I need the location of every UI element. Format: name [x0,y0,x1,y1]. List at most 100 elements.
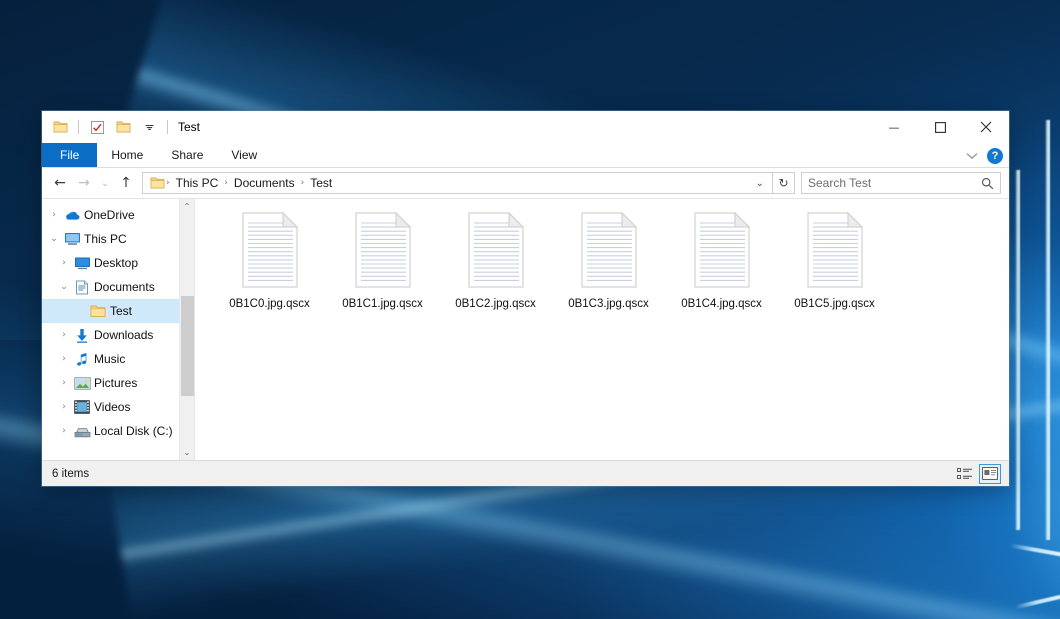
music-note-icon [72,352,92,367]
customize-qat-chevron-icon[interactable] [139,117,159,137]
close-button[interactable] [963,111,1009,143]
sidebar-item-downloads[interactable]: › Downloads [42,323,194,347]
breadcrumb-documents[interactable]: Documents [229,176,300,190]
tab-file[interactable]: File [42,143,97,167]
new-folder-icon[interactable] [113,117,133,137]
pictures-icon [72,377,92,390]
qat-separator-1 [78,120,79,134]
chevron-right-icon[interactable]: › [56,330,72,340]
sidebar-item-pictures[interactable]: › Pictures [42,371,194,395]
ribbon-right-controls: ? [966,143,1003,168]
maximize-button[interactable] [917,111,963,143]
tab-view[interactable]: View [217,143,271,167]
sidebar-item-music[interactable]: › Music [42,347,194,371]
sidebar-item-label: Pictures [94,376,137,390]
navigation-scrollbar[interactable]: ⌃ ⌄ [179,199,194,460]
file-name-label: 0B1C2.jpg.qscx [455,298,536,310]
title-bar: Test — [42,111,1009,143]
onedrive-cloud-icon [62,209,82,222]
file-explorer-window: Test — File Home [42,111,1009,486]
file-item[interactable]: 0B1C2.jpg.qscx [439,209,552,310]
breadcrumb-test[interactable]: Test [305,176,337,190]
close-icon [980,121,992,133]
scroll-up-arrow-icon[interactable]: ⌃ [180,199,195,214]
help-icon[interactable]: ? [987,148,1003,164]
sidebar-item-onedrive[interactable]: ›OneDrive [42,203,194,227]
minimize-button[interactable]: — [871,111,917,143]
back-button[interactable]: ← [48,171,72,195]
chevron-right-icon[interactable]: › [56,354,72,364]
chevron-right-icon[interactable]: › [56,378,72,388]
file-grid: 0B1C0.jpg.qscx0B1C1.jpg.qscx 0B1C2.jpg.qs… [213,209,1009,310]
sidebar-item-desktop[interactable]: › Desktop [42,251,194,275]
search-icon[interactable] [981,177,994,190]
tab-home[interactable]: Home [97,143,157,167]
file-name-label: 0B1C5.jpg.qscx [794,298,875,310]
large-icons-view-button[interactable] [979,464,1001,484]
this-pc-monitor-icon [62,232,82,246]
file-item[interactable]: 0B1C1.jpg.qscx [326,209,439,310]
desktop-icon [72,256,92,270]
generic-file-icon [804,211,866,289]
file-list-pane[interactable]: 0B1C0.jpg.qscx0B1C1.jpg.qscx 0B1C2.jpg.qs… [194,199,1009,460]
up-button[interactable]: ↑ [114,171,138,195]
address-box[interactable]: › This PC › Documents › Test ⌄ [142,172,773,194]
window-title: Test [178,120,200,134]
scrollbar-track[interactable] [180,214,195,445]
folder-tree: ›OneDrive⌄This PC›Desktop⌄DocumentsTest›… [42,203,194,443]
chevron-right-icon[interactable]: › [46,210,62,220]
chevron-right-icon[interactable]: › [56,258,72,268]
sidebar-item-label: Music [94,352,125,366]
sidebar-item-label: Desktop [94,256,138,270]
chevron-down-icon[interactable]: ⌄ [46,234,62,244]
sidebar-item-label: Documents [94,280,155,294]
generic-file-icon [578,211,640,289]
address-dropdown-icon[interactable]: ⌄ [750,178,770,189]
file-item[interactable]: 0B1C0.jpg.qscx [213,209,326,310]
downloads-arrow-icon [72,328,92,343]
file-item[interactable]: 0B1C3.jpg.qscx [552,209,665,310]
generic-file-icon [691,211,753,289]
generic-file-icon [239,211,301,289]
file-name-label: 0B1C4.jpg.qscx [681,298,762,310]
search-input[interactable]: Search Test [808,176,981,190]
desktop-background: Test — File Home [0,0,1060,619]
sidebar-item-local-disk-c[interactable]: › Local Disk (C:) [42,419,194,443]
refresh-button[interactable]: ↻ [773,172,795,194]
scrollbar-thumb[interactable] [181,296,194,396]
tab-share[interactable]: Share [157,143,217,167]
recent-locations-button[interactable]: ⌄ [96,171,114,195]
scroll-down-arrow-icon[interactable]: ⌄ [180,445,195,460]
item-count-label: 6 items [52,468,89,480]
sidebar-item-videos[interactable]: › Videos [42,395,194,419]
sidebar-item-label: Videos [94,400,130,414]
sidebar-item-label: Downloads [94,328,153,342]
details-view-button[interactable] [954,464,976,484]
chevron-right-icon[interactable]: › [56,426,72,436]
generic-file-icon [352,211,414,289]
sidebar-item-documents[interactable]: ⌄ Documents [42,275,194,299]
file-name-label: 0B1C3.jpg.qscx [568,298,649,310]
qat-separator-2 [167,120,168,134]
address-bar-row: ← → ⌄ ↑ › This PC › Documents › [42,168,1009,198]
sidebar-item-test[interactable]: Test [42,299,194,323]
expand-ribbon-chevron-icon[interactable] [966,152,978,160]
chevron-right-icon[interactable]: › [56,402,72,412]
sidebar-item-label: Local Disk (C:) [94,424,173,438]
quick-access-toolbar [50,117,170,137]
sidebar-item-label: This PC [84,232,127,246]
breadcrumb-this-pc[interactable]: This PC [171,176,224,190]
generic-file-icon [465,211,527,289]
forward-button[interactable]: → [72,171,96,195]
chevron-down-icon[interactable]: ⌄ [56,282,72,292]
properties-icon[interactable] [87,117,107,137]
folder-icon[interactable] [50,117,70,137]
hard-drive-icon [72,425,92,438]
status-bar: 6 items [42,460,1009,486]
search-box[interactable]: Search Test [801,172,1001,194]
sidebar-item-this-pc[interactable]: ⌄ This PC [42,227,194,251]
file-item[interactable]: 0B1C4.jpg.qscx [665,209,778,310]
breadcrumb-folder-icon[interactable] [147,176,165,190]
file-item[interactable]: 0B1C5.jpg.qscx [778,209,891,310]
wallpaper-logo-edge-1 [1015,170,1020,530]
